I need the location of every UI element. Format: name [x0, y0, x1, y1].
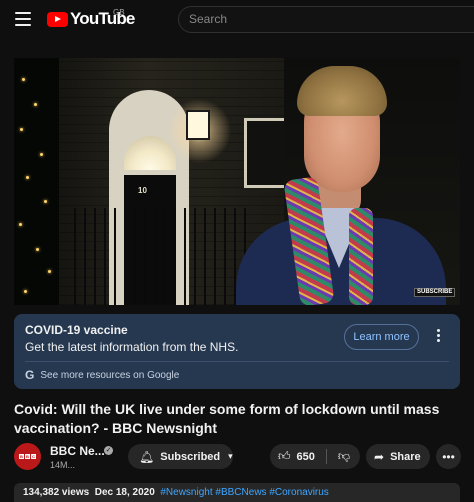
hashtag-link[interactable]: #Coronavirus [269, 487, 328, 498]
dislike-button[interactable]: 👎︎ [328, 444, 360, 469]
share-label: Share [390, 450, 421, 463]
upload-date: Dec 18, 2020 [94, 487, 155, 498]
subscribed-label: Subscribed [160, 450, 221, 463]
video-christmas-tree [14, 58, 59, 305]
like-count: 650 [296, 450, 315, 463]
info-panel-title: COVID-19 vaccine [25, 323, 128, 337]
kebab-icon[interactable] [432, 329, 444, 345]
avatar-letter: C [31, 454, 36, 459]
search-placeholder: Search [189, 12, 228, 26]
subscribed-button[interactable]: 🔔︎ Subscribed ▾ [128, 444, 233, 469]
tree-light [24, 290, 27, 293]
video-player[interactable]: 10 SUBSCRIBE [14, 58, 460, 305]
tree-light [40, 153, 43, 156]
google-icon: G [25, 368, 35, 382]
menu-icon[interactable] [15, 12, 31, 26]
description-box[interactable]: 134,382 views Dec 18, 2020 #Newsnight #B… [14, 483, 460, 502]
tree-light [34, 103, 37, 106]
search-input[interactable]: Search [178, 6, 474, 33]
google-resources-link[interactable]: G See more resources on Google [25, 366, 179, 384]
tree-light [26, 176, 29, 179]
info-panel-subtitle: Get the latest information from the NHS. [25, 340, 239, 354]
share-icon: ➦ [374, 449, 385, 464]
verified-icon: ✓ [104, 446, 113, 455]
view-count: 134,382 views [23, 487, 90, 498]
like-button[interactable]: 👍︎ 650 [270, 444, 325, 469]
share-button[interactable]: ➦ Share [366, 444, 430, 469]
more-icon[interactable]: ••• [436, 444, 461, 469]
video-railing [74, 208, 254, 305]
video-lamp [186, 110, 210, 140]
subscriber-count: 14M... [50, 460, 76, 470]
bell-icon: 🔔︎ [139, 449, 155, 464]
chevron-down-icon: ▾ [228, 451, 233, 461]
tree-light [44, 200, 47, 203]
bbc-logo: B B C [19, 454, 36, 459]
video-window [244, 118, 288, 188]
tree-light [48, 270, 51, 273]
tree-light [20, 128, 23, 131]
video-title: Covid: Will the UK live under some form … [14, 401, 440, 436]
google-resources-label: See more resources on Google [40, 369, 180, 381]
learn-more-button[interactable]: Learn more [344, 324, 419, 350]
hashtag-link[interactable]: #BBCNews [215, 487, 266, 498]
video-door-number: 10 [138, 186, 147, 195]
logo-text: YouTube [70, 9, 135, 28]
thumbs-down-icon: 👎︎ [337, 449, 351, 463]
masthead: YouTube GB Search [0, 0, 474, 40]
divider [25, 361, 449, 362]
tree-light [22, 78, 25, 81]
divider [326, 449, 327, 464]
video-scarf-end [349, 208, 373, 305]
video-subscribe-overlay[interactable]: SUBSCRIBE [414, 288, 456, 297]
hashtag-link[interactable]: #Newsnight [160, 487, 212, 498]
thumbs-up-icon: 👍︎ [278, 449, 291, 463]
avatar-letter: B [19, 454, 24, 459]
channel-name[interactable]: BBC Ne... [50, 444, 105, 458]
covid-info-panel: COVID-19 vaccine Get the latest informat… [14, 314, 460, 389]
youtube-logo-icon [47, 11, 68, 27]
avatar-letter: B [25, 454, 30, 459]
like-dislike-group: 👍︎ 650 👎︎ [270, 444, 360, 469]
region-code: GB [113, 8, 125, 17]
avatar[interactable]: B B C [14, 443, 41, 470]
tree-light [36, 248, 39, 251]
tree-light [19, 223, 22, 226]
